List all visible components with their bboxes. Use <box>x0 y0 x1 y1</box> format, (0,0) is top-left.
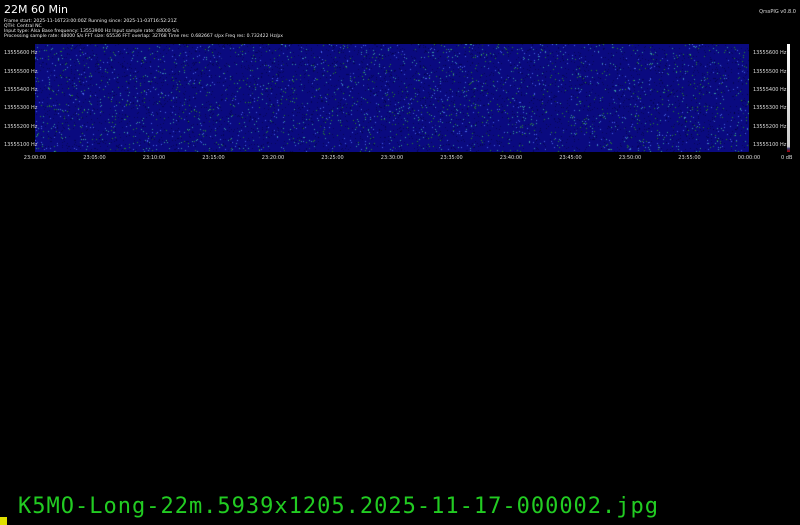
filename-caption: K5MO-Long-22m.5939x1205.2025-11-17-00000… <box>18 494 660 519</box>
time-label: 23:20:00 <box>261 155 285 161</box>
time-label: 23:50:00 <box>618 155 642 161</box>
time-label: 23:45:00 <box>559 155 582 161</box>
freq-label-left: 13555500 Hz <box>4 69 38 75</box>
time-label: 23:00:00 <box>23 155 47 161</box>
freq-label-right: 13555300 Hz <box>753 105 787 111</box>
info-processing: Processing sample rate: 48000 S/s FFT si… <box>4 34 284 39</box>
freq-label-left: 13555400 Hz <box>4 87 38 93</box>
time-label: 23:35:00 <box>440 155 463 161</box>
freq-label-left: 13555100 Hz <box>4 142 38 148</box>
freq-label-left: 13555600 Hz <box>4 50 38 56</box>
time-label: 23:40:00 <box>499 155 523 161</box>
corner-marker <box>0 517 7 525</box>
info-block: Frame start: 2025-11-16T23:00:00Z Runnin… <box>4 19 283 39</box>
time-label: 23:55:00 <box>678 155 701 161</box>
freq-label-right: 13555400 Hz <box>753 87 787 93</box>
freq-label-left: 13555200 Hz <box>4 124 38 130</box>
page-title: 22M 60 Min <box>4 3 68 16</box>
time-label: 00:00:00 <box>737 155 761 161</box>
colorbar <box>787 44 790 152</box>
spectrogram-waterfall <box>35 44 749 152</box>
time-label: 23:10:00 <box>142 155 166 161</box>
freq-label-right: 13555600 Hz <box>753 50 787 56</box>
version-label: QrssPIG v0.8.0 <box>759 9 796 15</box>
freq-label-right: 13555500 Hz <box>753 69 787 75</box>
colorbar-label: 0 dB <box>781 155 793 161</box>
time-label: 23:25:00 <box>321 155 344 161</box>
freq-label-right: 13555200 Hz <box>753 124 787 130</box>
time-label: 23:15:00 <box>202 155 225 161</box>
freq-label-left: 13555300 Hz <box>4 105 38 111</box>
freq-label-right: 13555100 Hz <box>753 142 787 148</box>
time-label: 23:30:00 <box>380 155 404 161</box>
time-label: 23:05:00 <box>83 155 106 161</box>
